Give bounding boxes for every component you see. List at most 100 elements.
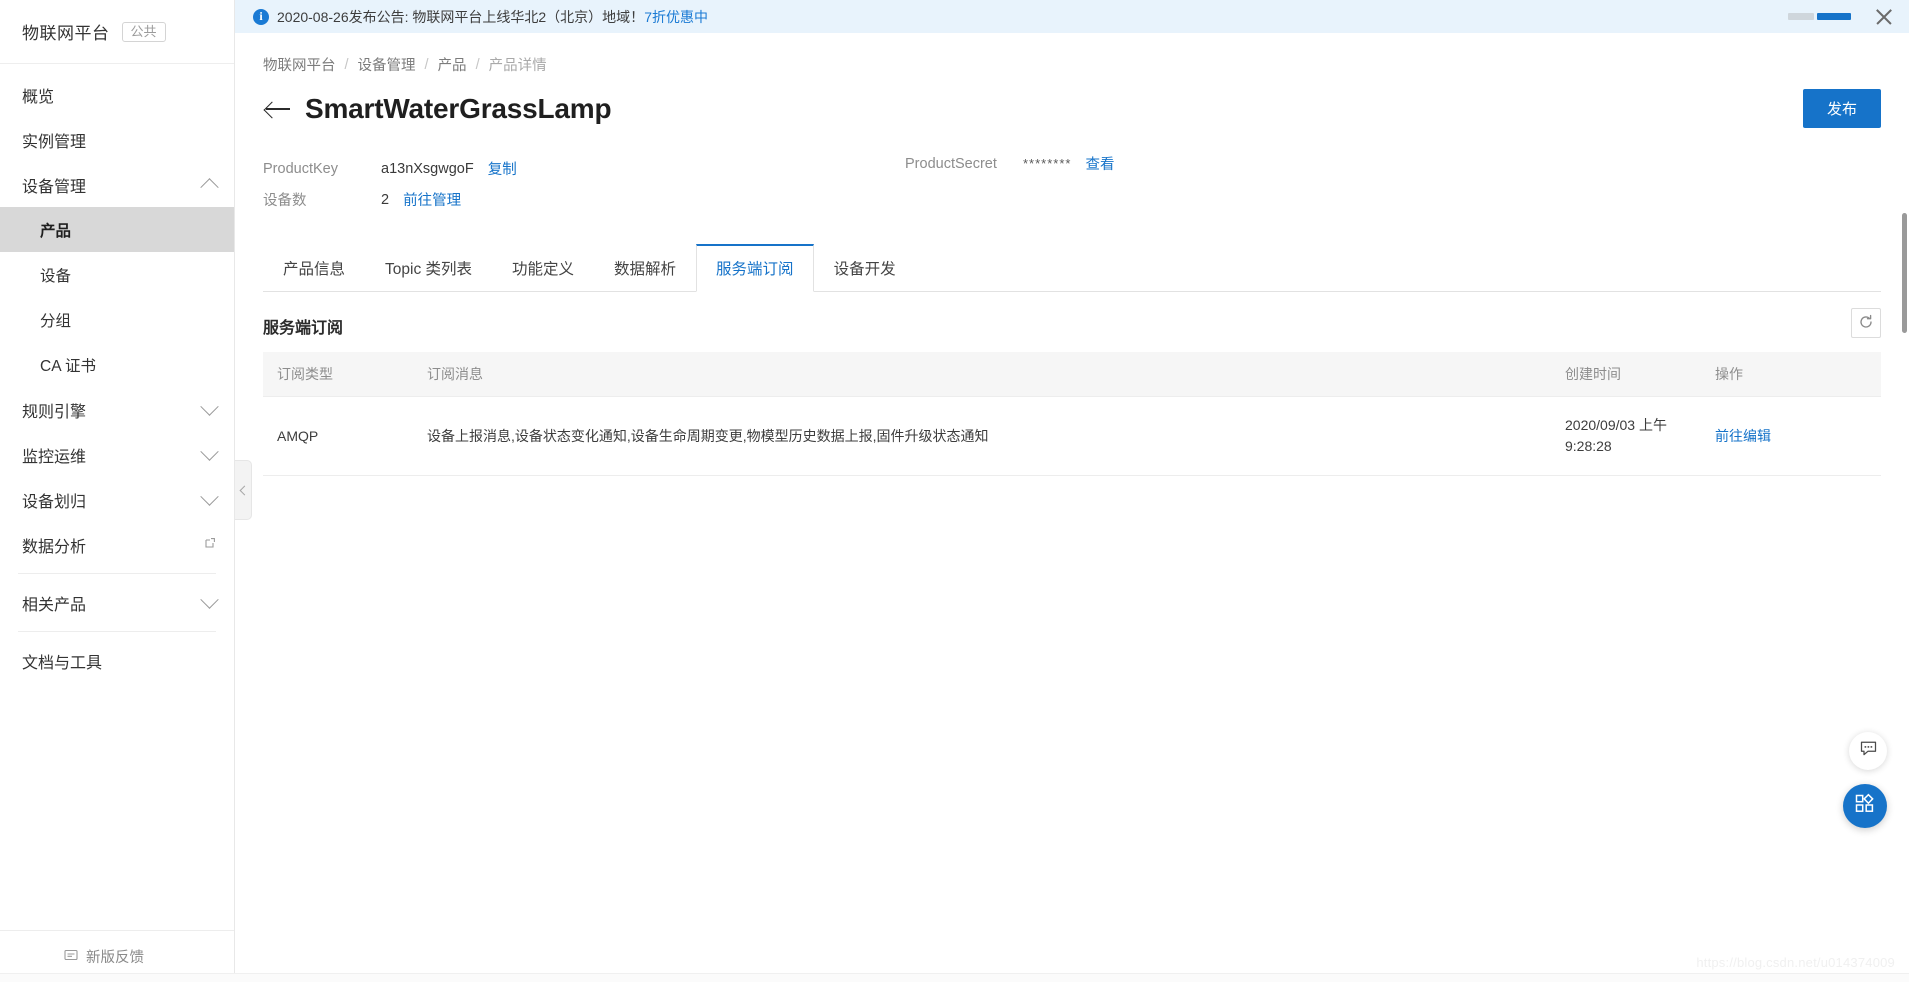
view-product-secret-link[interactable]: 查看	[1085, 153, 1114, 174]
breadcrumb-separator: /	[424, 56, 429, 73]
brand-title: 物联网平台	[22, 24, 110, 43]
sidebar-item-label: 产品	[40, 222, 72, 240]
apps-button[interactable]	[1843, 784, 1887, 828]
close-icon[interactable]	[1873, 6, 1895, 28]
page-title: SmartWaterGrassLamp	[305, 93, 612, 124]
brand-tag: 公共	[121, 21, 166, 42]
sidebar-item-label: 数据分析	[22, 538, 87, 556]
table-head: 订阅类型 订阅消息 创建时间 操作	[263, 352, 1881, 397]
sidebar-nav: 概览 实例管理 设备管理 产品 设备 分组 CA 证书 规则引擎 监控运维 设备…	[0, 64, 234, 930]
sidebar-item-instance-management[interactable]: 实例管理	[0, 117, 234, 162]
go-to-edit-link[interactable]: 前往编辑	[1715, 428, 1771, 444]
product-secret-label: ProductSecret	[905, 155, 997, 172]
sidebar-item-device-management[interactable]: 设备管理	[0, 162, 234, 207]
sidebar-item-label: CA 证书	[40, 357, 96, 375]
tab-device-development[interactable]: 设备开发	[814, 244, 916, 292]
sidebar-item-data-analysis[interactable]: 数据分析	[0, 522, 234, 567]
sidebar-item-label: 监控运维	[22, 448, 87, 466]
tab-function-definition[interactable]: 功能定义	[492, 244, 594, 292]
product-meta: ProductKey a13nXsgwgoF 复制 设备数 2 前往管理 Pro…	[235, 125, 1909, 215]
cell-subscription-message: 设备上报消息,设备状态变化通知,设备生命周期变更,物模型历史数据上报,固件升级状…	[413, 396, 1551, 476]
panel-title: 服务端订阅	[263, 320, 344, 337]
tab-product-info[interactable]: 产品信息	[263, 244, 365, 292]
product-key-label: ProductKey	[263, 160, 338, 177]
breadcrumb-item-product-detail: 产品详情	[488, 58, 547, 74]
create-time-clock: 9:28:28	[1565, 438, 1612, 454]
apps-grid-icon	[1854, 792, 1877, 820]
cell-subscription-type: AMQP	[263, 396, 413, 476]
sidebar-item-label: 文档与工具	[22, 654, 103, 672]
breadcrumb-item-product[interactable]: 产品	[438, 54, 467, 75]
sidebar-item-label: 设备	[40, 267, 72, 285]
watermark: https://blog.csdn.net/u014374009	[1696, 955, 1895, 970]
tab-server-subscription[interactable]: 服务端订阅	[696, 244, 814, 292]
sidebar-item-label: 规则引擎	[22, 403, 87, 421]
progress-segment-active	[1817, 13, 1851, 20]
copy-product-key-link[interactable]: 复制	[488, 158, 517, 179]
sidebar-item-product[interactable]: 产品	[0, 207, 234, 252]
device-count-value: 2	[381, 191, 390, 208]
chevron-up-icon	[200, 178, 219, 197]
panel-header: 服务端订阅	[263, 292, 1881, 352]
sidebar-item-label: 设备划归	[22, 493, 87, 511]
chevron-left-icon	[239, 485, 250, 495]
main-content: 物联网平台 / 设备管理 / 产品 / 产品详情 SmartWaterGrass…	[235, 33, 1909, 982]
breadcrumb-item-platform[interactable]: 物联网平台	[263, 54, 336, 75]
external-link-icon	[204, 536, 216, 554]
sidebar-collapse-handle[interactable]	[235, 460, 252, 520]
sidebar-item-device-assignment[interactable]: 设备划归	[0, 477, 234, 522]
go-to-manage-link[interactable]: 前往管理	[403, 189, 461, 210]
progress-segment-inactive	[1788, 13, 1814, 20]
chevron-down-icon	[200, 590, 219, 609]
chevron-down-icon	[200, 397, 219, 416]
sidebar-item-device[interactable]: 设备	[0, 252, 234, 297]
publish-button[interactable]: 发布	[1802, 89, 1881, 128]
tab-data-parsing[interactable]: 数据解析	[594, 244, 696, 292]
sidebar-item-related-products[interactable]: 相关产品	[0, 580, 234, 625]
sidebar-brand[interactable]: 物联网平台 公共	[0, 0, 234, 64]
sidebar-divider	[18, 631, 216, 632]
chat-bubble-icon	[1859, 739, 1878, 763]
info-icon: i	[253, 8, 269, 25]
sidebar-item-overview[interactable]: 概览	[0, 72, 234, 117]
table-row[interactable]: AMQP 设备上报消息,设备状态变化通知,设备生命周期变更,物模型历史数据上报,…	[263, 396, 1881, 476]
create-time-date: 2020/09/03 上午	[1565, 417, 1667, 433]
sidebar-item-label: 相关产品	[22, 596, 87, 614]
table-body: AMQP 设备上报消息,设备状态变化通知,设备生命周期变更,物模型历史数据上报,…	[263, 396, 1881, 476]
breadcrumb: 物联网平台 / 设备管理 / 产品 / 产品详情	[235, 33, 1909, 75]
banner-promo-link[interactable]: 7折优惠中	[644, 7, 708, 27]
sidebar-item-docs-and-tools[interactable]: 文档与工具	[0, 638, 234, 683]
sidebar-item-label: 设备管理	[22, 178, 87, 196]
sidebar-item-label: 概览	[22, 88, 55, 106]
product-key-value: a13nXsgwgoF	[381, 160, 474, 177]
chevron-down-icon	[200, 442, 219, 461]
breadcrumb-item-device-management[interactable]: 设备管理	[358, 54, 416, 75]
column-header-message: 订阅消息	[413, 352, 1551, 397]
subscription-table: 订阅类型 订阅消息 创建时间 操作 AMQP 设备上报消息,设备状态变化通知,设…	[263, 352, 1881, 476]
table-header-row: 订阅类型 订阅消息 创建时间 操作	[263, 352, 1881, 397]
sidebar-item-ca-certificate[interactable]: CA 证书	[0, 342, 234, 387]
sidebar: 物联网平台 公共 概览 实例管理 设备管理 产品 设备 分组 CA 证书 规则引…	[0, 0, 235, 982]
column-header-actions: 操作	[1701, 352, 1881, 397]
page-header: SmartWaterGrassLamp 发布	[235, 75, 1909, 128]
vertical-scrollbar-thumb[interactable]	[1902, 213, 1907, 333]
sidebar-item-rule-engine[interactable]: 规则引擎	[0, 387, 234, 432]
sidebar-item-label: 分组	[40, 312, 72, 330]
column-header-create-time: 创建时间	[1551, 352, 1701, 397]
back-arrow-icon[interactable]	[263, 94, 293, 124]
cell-create-time: 2020/09/03 上午 9:28:28	[1551, 396, 1701, 476]
chat-button[interactable]	[1849, 732, 1887, 770]
sidebar-item-monitoring[interactable]: 监控运维	[0, 432, 234, 477]
refresh-icon	[1858, 314, 1874, 333]
breadcrumb-separator: /	[344, 56, 349, 73]
tab-topic-list[interactable]: Topic 类列表	[365, 244, 492, 292]
sidebar-item-group[interactable]: 分组	[0, 297, 234, 342]
banner-progress-indicator[interactable]	[1788, 13, 1851, 20]
feedback-label: 新版反馈	[86, 950, 144, 966]
server-subscription-panel: 服务端订阅 订阅类型 订阅消息 创建时间 操作 AMQP 设备上报消息,设备状态…	[263, 292, 1881, 476]
sidebar-divider	[18, 573, 216, 574]
refresh-button[interactable]	[1851, 308, 1881, 338]
horizontal-scrollbar[interactable]	[0, 973, 1909, 982]
app-root: 物联网平台 公共 概览 实例管理 设备管理 产品 设备 分组 CA 证书 规则引…	[0, 0, 1909, 982]
chevron-down-icon	[200, 487, 219, 506]
